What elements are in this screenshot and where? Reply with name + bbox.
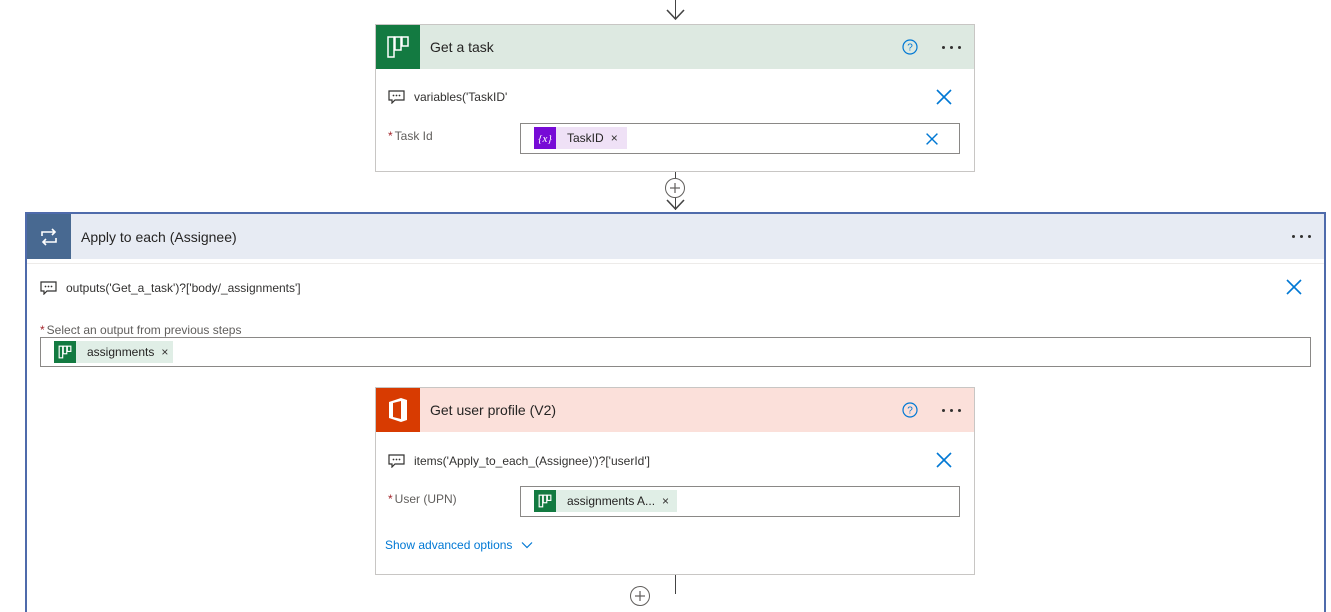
- user-upn-label: * User (UPN): [388, 492, 457, 506]
- comment-icon: [40, 281, 57, 295]
- loop-icon: [27, 214, 71, 259]
- select-output-input[interactable]: assignments ×: [40, 337, 1311, 367]
- planner-icon: [54, 341, 76, 363]
- apply-to-each-comment: outputs('Get_a_task')?['body/_assignment…: [40, 281, 301, 295]
- apply-to-each-header[interactable]: Apply to each (Assignee): [27, 214, 1324, 259]
- select-output-label: * Select an output from previous steps: [40, 323, 242, 337]
- comment-icon: [388, 90, 405, 104]
- clear-input-icon[interactable]: [923, 130, 941, 148]
- get-task-header[interactable]: Get a task ?: [376, 25, 974, 69]
- advanced-link-text: Show advanced options: [385, 538, 513, 552]
- office-icon: [376, 388, 420, 432]
- more-icon[interactable]: [1288, 224, 1314, 248]
- svg-text:{x}: {x}: [538, 133, 552, 145]
- token-label: assignments A...: [567, 494, 656, 508]
- get-user-profile-comment: items('Apply_to_each_(Assignee)')?['user…: [388, 454, 650, 468]
- connector-line-bottom: [675, 575, 676, 594]
- add-step-icon[interactable]: [665, 178, 685, 198]
- token-label: TaskID: [567, 131, 604, 145]
- comment-text: outputs('Get_a_task')?['body/_assignment…: [66, 281, 301, 295]
- svg-text:?: ?: [907, 406, 913, 417]
- user-upn-input[interactable]: assignments A... ×: [520, 486, 960, 517]
- token-remove-button[interactable]: ×: [611, 131, 618, 145]
- get-task-title: Get a task: [430, 39, 494, 55]
- arrow-down-icon: [666, 9, 685, 21]
- token-label: assignments: [87, 345, 155, 359]
- divider: [27, 263, 1324, 264]
- show-advanced-options-link[interactable]: Show advanced options: [385, 538, 533, 552]
- comment-text: variables('TaskID': [414, 90, 508, 104]
- assignments-token[interactable]: assignments A... ×: [534, 490, 677, 512]
- token-remove-button[interactable]: ×: [161, 345, 168, 359]
- svg-text:?: ?: [907, 43, 913, 54]
- chevron-down-icon: [522, 542, 533, 549]
- more-icon[interactable]: [938, 35, 964, 59]
- help-icon[interactable]: ?: [902, 39, 918, 55]
- assignments-token[interactable]: assignments ×: [54, 341, 173, 363]
- comment-text: items('Apply_to_each_(Assignee)')?['user…: [414, 454, 650, 468]
- close-icon[interactable]: [1284, 277, 1304, 297]
- planner-icon: [376, 25, 420, 69]
- task-id-token[interactable]: {x} TaskID ×: [534, 127, 627, 149]
- help-icon[interactable]: ?: [902, 402, 918, 418]
- get-user-profile-card[interactable]: Get user profile (V2) ? items('Apply_to_…: [375, 387, 975, 575]
- arrow-down-icon: [666, 199, 685, 211]
- get-task-card[interactable]: Get a task ? variables('TaskID' * Task Id…: [375, 24, 975, 172]
- close-icon[interactable]: [934, 87, 954, 107]
- add-step-icon[interactable]: [630, 586, 650, 606]
- get-task-comment: variables('TaskID': [388, 90, 507, 104]
- token-remove-button[interactable]: ×: [662, 494, 669, 508]
- get-user-profile-title: Get user profile (V2): [430, 402, 557, 418]
- more-icon[interactable]: [938, 398, 964, 422]
- task-id-label: * Task Id: [388, 129, 433, 143]
- planner-icon: [534, 490, 556, 512]
- apply-to-each-title: Apply to each (Assignee): [81, 228, 237, 245]
- task-id-input[interactable]: {x} TaskID ×: [520, 123, 960, 154]
- variable-icon: {x}: [534, 127, 556, 149]
- close-icon[interactable]: [934, 450, 954, 470]
- get-user-profile-header[interactable]: Get user profile (V2) ?: [376, 388, 974, 432]
- comment-icon: [388, 454, 405, 468]
